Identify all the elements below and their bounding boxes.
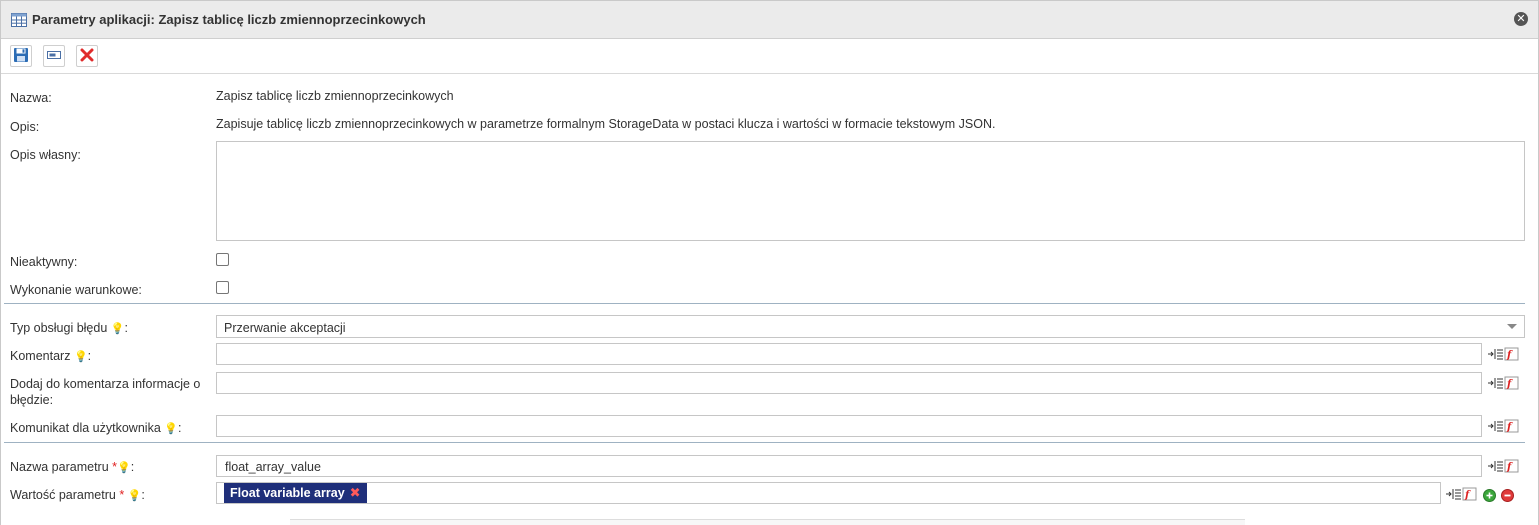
comment-input[interactable]: [216, 343, 1482, 365]
add-error-info-label: Dodaj do komentarza informacje o: [10, 377, 201, 391]
remove-circle-icon[interactable]: [1501, 489, 1514, 502]
param-name-actions: f: [1488, 459, 1520, 476]
description-label: Opis:: [10, 120, 40, 134]
lightbulb-icon[interactable]: 💡: [128, 490, 142, 502]
delete-icon: [80, 48, 94, 65]
param-name-label: Nazwa parametru *💡:: [10, 460, 135, 474]
required-mark: *: [119, 488, 125, 502]
param-name-value: float_array_value: [225, 460, 321, 474]
comment-label: Komentarz 💡:: [10, 349, 92, 363]
separator-2: [4, 442, 1525, 443]
function-icon[interactable]: f: [1504, 347, 1520, 364]
chevron-down-icon: [1507, 324, 1517, 329]
insert-variable-icon[interactable]: [1488, 459, 1504, 476]
param-value-actions: f: [1446, 487, 1514, 504]
lightbulb-icon[interactable]: 💡: [111, 323, 125, 335]
table-icon: [11, 12, 27, 27]
user-message-input[interactable]: [216, 415, 1482, 437]
inactive-checkbox[interactable]: [216, 253, 229, 266]
lightbulb-icon[interactable]: 💡: [74, 351, 88, 363]
description-value: Zapisuje tablicę liczb zmiennoprzecinkow…: [216, 117, 996, 131]
lightbulb-icon[interactable]: 💡: [164, 423, 178, 435]
insert-variable-icon[interactable]: [1488, 419, 1504, 436]
conditional-checkbox[interactable]: [216, 281, 229, 294]
param-name-input[interactable]: float_array_value: [216, 455, 1482, 477]
name-value: Zapisz tablicę liczb zmiennoprzecinkowyc…: [216, 89, 454, 103]
param-value-tag: Float variable array ✖: [224, 483, 367, 503]
comment-actions: f: [1488, 347, 1520, 364]
delete-button[interactable]: [76, 45, 98, 67]
error-type-select[interactable]: Przerwanie akceptacji: [216, 315, 1525, 338]
separator-1: [4, 303, 1525, 304]
lightbulb-icon[interactable]: 💡: [117, 462, 131, 474]
function-icon[interactable]: f: [1462, 487, 1478, 504]
function-icon[interactable]: f: [1504, 459, 1520, 476]
close-icon[interactable]: ✕: [1514, 12, 1528, 26]
param-value-input[interactable]: [216, 482, 1441, 504]
user-message-label: Komunikat dla użytkownika 💡:: [10, 421, 182, 435]
add-error-info-input[interactable]: [216, 372, 1482, 394]
custom-description-textarea[interactable]: [216, 141, 1525, 241]
inactive-label: Nieaktywny:: [10, 255, 78, 269]
add-error-info-actions: f: [1488, 376, 1520, 393]
save-icon: [13, 47, 29, 66]
next-row-partial: [290, 519, 1245, 525]
dialog-titlebar: Parametry aplikacji: Zapisz tablicę licz…: [1, 1, 1538, 39]
form-icon: [47, 49, 61, 63]
insert-variable-icon[interactable]: [1488, 347, 1504, 364]
dialog-title: Parametry aplikacji: Zapisz tablicę licz…: [32, 12, 426, 27]
error-type-label: Typ obsługi błędu 💡:: [10, 321, 128, 335]
save-button[interactable]: [10, 45, 32, 67]
conditional-label: Wykonanie warunkowe:: [10, 283, 142, 297]
name-label: Nazwa:: [10, 91, 52, 105]
insert-variable-icon[interactable]: [1446, 487, 1462, 504]
form-button[interactable]: [43, 45, 65, 67]
parameters-dialog: Parametry aplikacji: Zapisz tablicę licz…: [0, 0, 1539, 525]
custom-description-label: Opis własny:: [10, 148, 81, 162]
insert-variable-icon[interactable]: [1488, 376, 1504, 393]
add-circle-icon[interactable]: [1483, 489, 1496, 502]
add-error-info-label-line2: błędzie:: [10, 393, 54, 407]
error-type-value: Przerwanie akceptacji: [224, 321, 346, 335]
function-icon[interactable]: f: [1504, 376, 1520, 393]
function-icon[interactable]: f: [1504, 419, 1520, 436]
toolbar: [1, 39, 1538, 74]
param-value-label: Wartość parametru * 💡:: [10, 488, 145, 502]
param-value-tag-label: Float variable array: [230, 486, 345, 500]
remove-tag-icon[interactable]: ✖: [350, 485, 361, 501]
user-message-actions: f: [1488, 419, 1520, 436]
